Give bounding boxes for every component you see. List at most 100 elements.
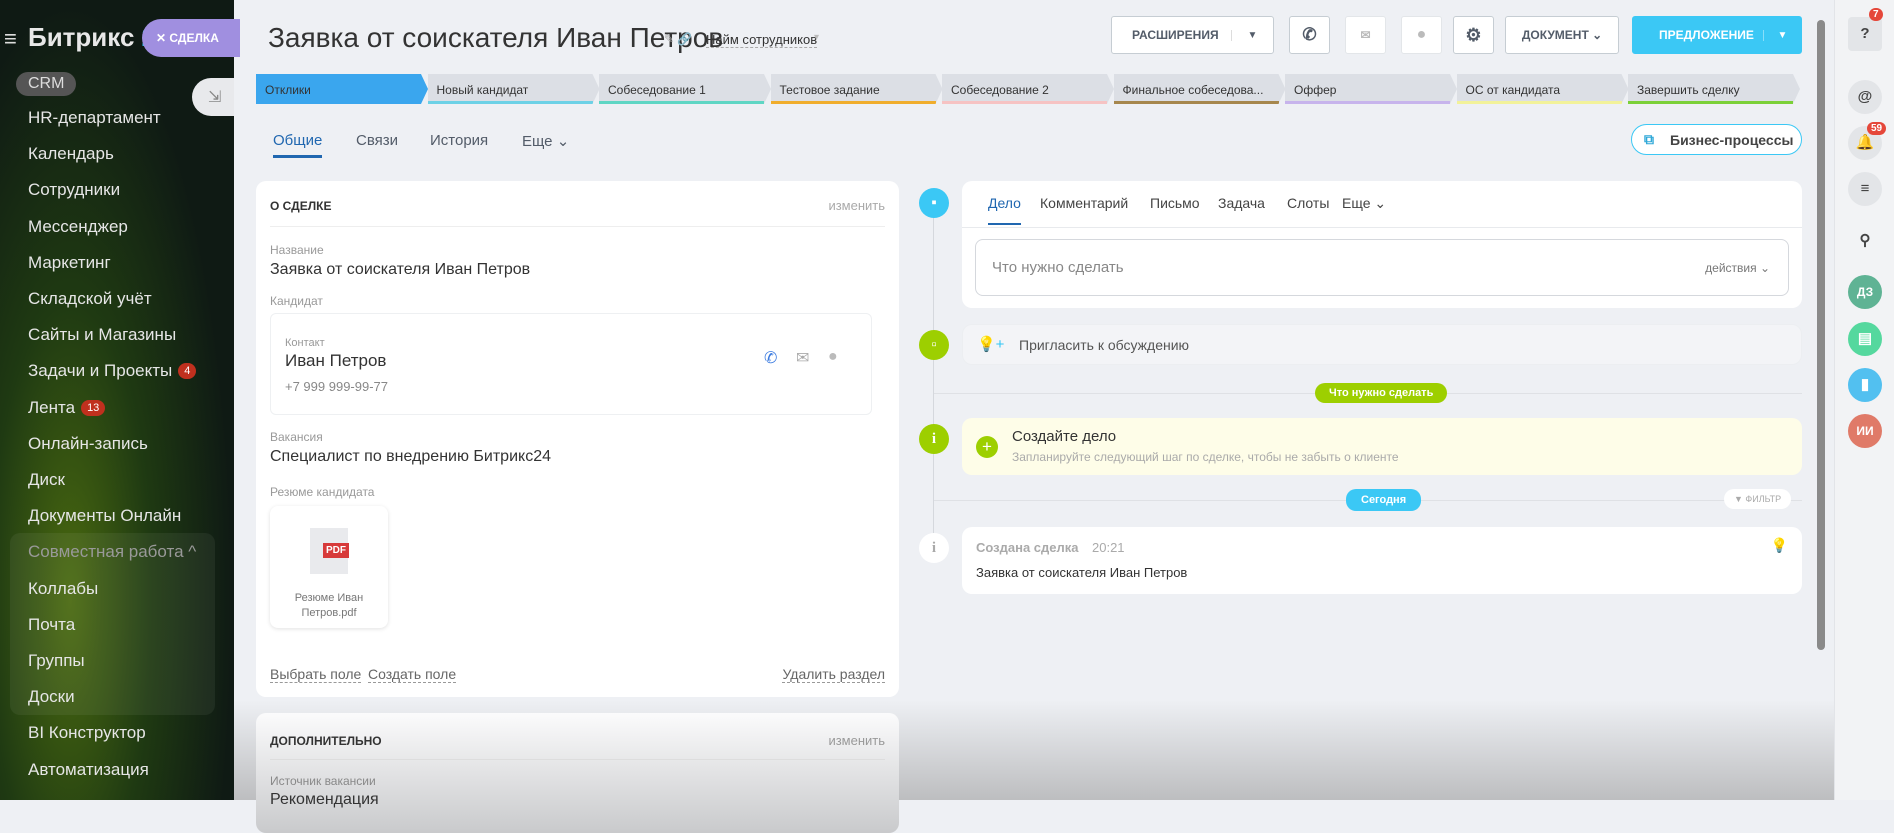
stage-1[interactable]: Отклики (256, 74, 428, 104)
sidebar-item-label: Совместная работа ^ (28, 542, 197, 562)
timeline-tab[interactable]: Письмо (1150, 195, 1200, 211)
invite-discussion[interactable]: 💡+ Пригласить к обсуждению (962, 324, 1802, 365)
timeline-line (933, 200, 934, 560)
candidate-label: Кандидат (270, 294, 323, 308)
sidebar-item[interactable]: Сайты и Магазины (28, 325, 176, 345)
edit-link[interactable]: изменить (828, 733, 885, 748)
news-icon[interactable]: ▤ (1848, 322, 1882, 356)
help-icon[interactable]: ? (1848, 17, 1882, 51)
sidebar-item[interactable]: Складской учёт (28, 289, 152, 309)
stage-2[interactable]: Новый кандидат (428, 74, 600, 104)
search-icon[interactable]: ⚲ (1848, 224, 1882, 258)
sidebar-item[interactable]: Почта (28, 615, 75, 635)
sidebar-item[interactable]: Мессенджер (28, 217, 128, 237)
sidebar-item[interactable]: Группы (28, 651, 85, 671)
tab-links[interactable]: Связи (356, 132, 398, 149)
edit-pencil-icon[interactable]: ✎ 🔗 (664, 32, 692, 46)
sidebar-item[interactable]: Диск (28, 470, 65, 490)
created-text[interactable]: Заявка от соискателя Иван Петров (976, 565, 1187, 580)
tab-history[interactable]: История (430, 132, 488, 149)
avatar[interactable]: ДЗ (1848, 275, 1882, 309)
stage-color-bar (599, 101, 764, 104)
create-activity-card[interactable]: + Создайте дело Запланируйте следующий ш… (962, 418, 1802, 475)
sidebar-item[interactable]: Автоматизация (28, 760, 149, 780)
sidebar-item[interactable]: Доски (28, 687, 75, 707)
timeline-tab[interactable]: Еще ⌄ (1342, 195, 1386, 212)
timeline-tab[interactable]: Задача (1218, 195, 1265, 211)
contact-phone[interactable]: +7 999 999-99-77 (285, 379, 388, 394)
chat-button[interactable]: ● (1401, 16, 1442, 54)
sidebar-item-crm[interactable]: CRM (16, 72, 77, 96)
timeline-tab[interactable]: Комментарий (1040, 195, 1128, 211)
sidebar-item[interactable]: Лента 13 (28, 398, 106, 418)
sidebar-item[interactable]: BI Конструктор (28, 723, 146, 743)
sidebar-item[interactable]: Совместная работа ^ (28, 542, 196, 562)
stage-5[interactable]: Собеседование 2 (942, 74, 1114, 104)
copilot-icon[interactable]: @ (1848, 80, 1882, 114)
business-processes-button[interactable]: ⧉ Бизнес-процессы (1631, 124, 1802, 155)
stage-8[interactable]: ОС от кандидата (1457, 74, 1629, 104)
actions-dropdown[interactable]: действия ⌄ (1705, 261, 1770, 275)
sidebar-item-label: Задачи и Проекты (28, 361, 173, 381)
contact-name[interactable]: Иван Петров (285, 351, 386, 371)
delete-section-link[interactable]: Удалить раздел (782, 666, 885, 683)
sidebar-item-label: Почта (28, 614, 76, 634)
sidebar-item-label: Диск (28, 470, 65, 489)
timeline-tab[interactable]: Дело (988, 195, 1021, 225)
sidebar-item[interactable]: Сотрудники (28, 180, 120, 200)
chat-icon[interactable]: ≡ (1848, 172, 1882, 206)
avatar[interactable]: ИИ (1848, 414, 1882, 448)
sidebar-item[interactable]: Маркетинг (28, 253, 111, 273)
bulb-icon[interactable]: 💡 (1771, 537, 1788, 554)
sidebar-item[interactable]: Задачи и Проекты 4 (28, 361, 197, 381)
deal-close-tab[interactable]: ✕ СДЕЛКА (142, 19, 240, 57)
sidebar-item[interactable]: Документы Онлайн (28, 506, 181, 526)
stage-6[interactable]: Финальное собеседова... (1114, 74, 1286, 104)
timeline-tab[interactable]: Слоты (1287, 195, 1329, 211)
collapse-icon[interactable]: ⇲ (192, 78, 234, 116)
deal-name[interactable]: Заявка от соискателя Иван Петров (270, 261, 530, 279)
vacancy-value[interactable]: Специалист по внедрению Битрикс24 (270, 448, 551, 466)
edit-link[interactable]: изменить (828, 198, 885, 213)
chevron-down-icon[interactable]: ▼ (1231, 29, 1273, 41)
filter-button[interactable]: ▼ ФИЛЬТР (1724, 489, 1792, 509)
todo-input[interactable]: Что нужно сделать действия ⌄ (975, 239, 1789, 296)
stage-7[interactable]: Оффер (1285, 74, 1457, 104)
create-field-link[interactable]: Создать поле (368, 666, 457, 683)
mail-button[interactable]: ✉ (1345, 16, 1386, 54)
chat-icon[interactable]: ● (828, 348, 838, 366)
bp-icon: ⧉ (1644, 131, 1654, 147)
todo-placeholder: Что нужно сделать (992, 259, 1124, 276)
tab-general[interactable]: Общие (273, 132, 323, 158)
tab-more[interactable]: Еще ⌄ (522, 132, 569, 150)
stage-4[interactable]: Тестовое задание (771, 74, 943, 104)
resume-file[interactable]: PDF Резюме Иван Петров.pdf (270, 506, 388, 628)
funnel-selector[interactable]: Найм сотрудников (706, 32, 818, 48)
phone-button[interactable]: ✆ (1289, 16, 1330, 54)
stage-3[interactable]: Собеседование 1 (599, 74, 771, 104)
mail-icon[interactable]: ✉ (796, 348, 809, 368)
phone-icon[interactable]: ✆ (764, 348, 777, 368)
sidebar-item[interactable]: Календарь (28, 144, 114, 164)
sidebar-item[interactable]: HR-департамент (28, 108, 161, 128)
add-icon[interactable]: + (976, 436, 998, 458)
stage-9[interactable]: Завершить сделку (1628, 74, 1800, 104)
source-value[interactable]: Рекомендация (270, 791, 379, 809)
right-rail: ? 7 @ 🔔 59 ≡ ⚲ ДЗ ▤ ▮ ИИ (1834, 0, 1894, 800)
offer-button[interactable]: ПРЕДЛОЖЕНИЕ ▼ (1632, 16, 1802, 54)
chevron-down-icon[interactable]: ▼ (1763, 29, 1801, 41)
invite-label: Пригласить к обсуждению (1019, 337, 1190, 353)
document-button[interactable]: ДОКУМЕНТ ⌄ (1505, 16, 1619, 54)
bookmark-icon[interactable]: ▮ (1848, 368, 1882, 402)
contact-label: Контакт (285, 337, 325, 349)
menu-icon[interactable]: ≡ (4, 26, 17, 52)
sidebar-item[interactable]: Коллабы (28, 579, 98, 599)
settings-gear-button[interactable]: ⚙ (1453, 16, 1494, 54)
choose-field-link[interactable]: Выбрать поле (270, 666, 362, 683)
extensions-button[interactable]: РАСШИРЕНИЯ ▼ (1111, 16, 1274, 54)
offer-label: ПРЕДЛОЖЕНИЕ (1659, 28, 1754, 42)
sidebar-item[interactable]: Онлайн-запись (28, 434, 148, 454)
stage-label: Тестовое задание (779, 83, 880, 97)
scrollbar[interactable] (1817, 20, 1825, 650)
name-label: Название (270, 243, 324, 257)
